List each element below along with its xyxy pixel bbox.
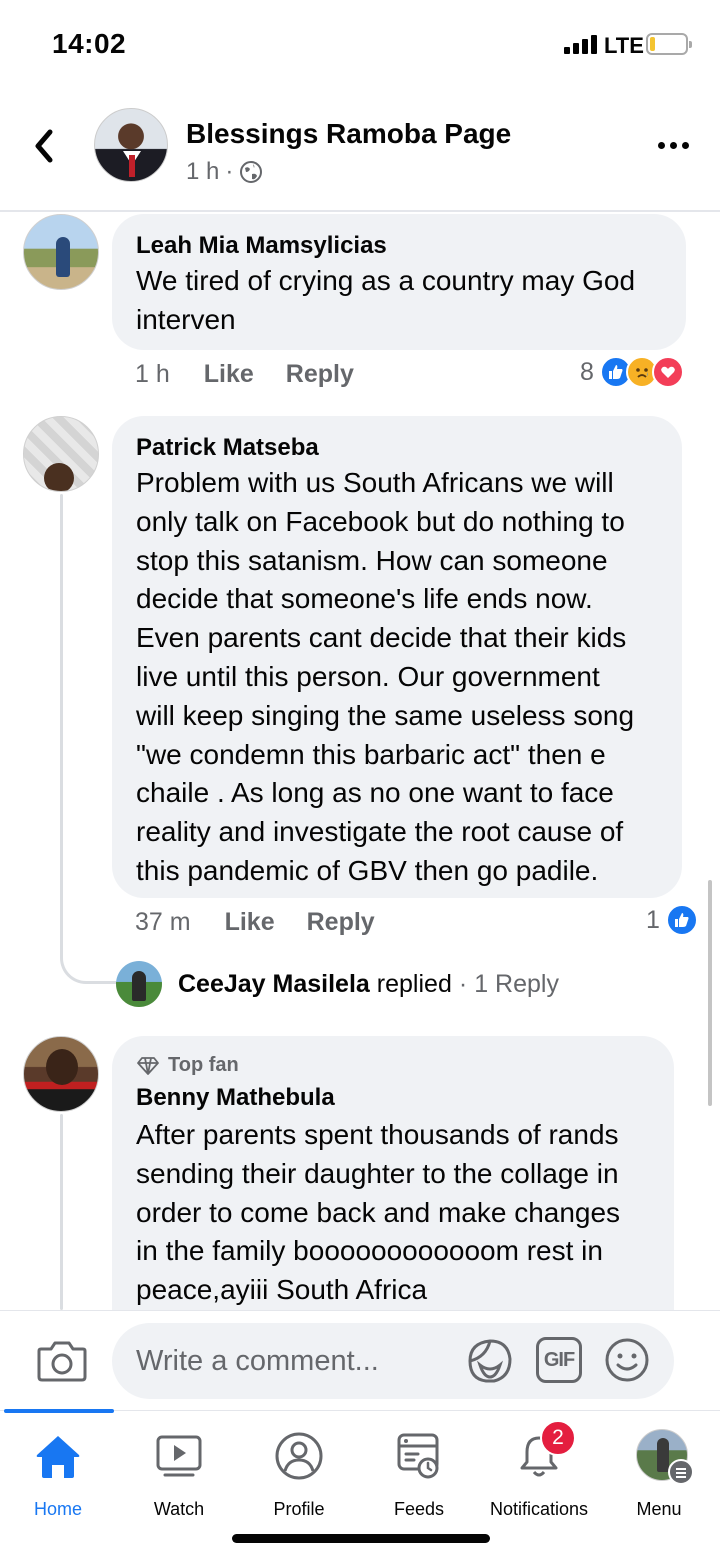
thumbs-up-icon: [665, 904, 698, 936]
page-title[interactable]: Blessings Ramoba Page: [186, 118, 511, 150]
thread-line: [60, 1114, 63, 1310]
reply-button[interactable]: Reply: [307, 908, 375, 937]
gif-button[interactable]: GIF: [536, 1337, 582, 1383]
comment-author[interactable]: Leah Mia Mamsylicias: [136, 232, 387, 260]
reaction-summary[interactable]: 8: [580, 356, 684, 388]
comment-author[interactable]: Benny Mathebula: [136, 1084, 335, 1112]
emoji-button[interactable]: [604, 1337, 650, 1383]
tab-profile[interactable]: Profile: [239, 1425, 359, 1519]
comment-composer: GIF: [0, 1310, 720, 1410]
thread-connector: [60, 940, 118, 984]
feeds-icon: [392, 1429, 446, 1483]
reply-avatar: [116, 961, 162, 1007]
home-icon: [31, 1429, 85, 1483]
menu-avatar: [624, 1429, 694, 1485]
tab-watch[interactable]: Watch: [119, 1425, 239, 1519]
heart-icon: [651, 356, 684, 388]
home-indicator[interactable]: [232, 1534, 490, 1543]
reply-author: CeeJay Masilela: [178, 969, 370, 998]
sticker-button[interactable]: [466, 1337, 514, 1385]
comment-actions: 37 m Like Reply: [135, 908, 375, 937]
comment-bubble: Leah Mia Mamsylicias We tired of crying …: [112, 214, 686, 350]
comment-text: Problem with us South Africans we will o…: [136, 467, 635, 886]
commenter-avatar[interactable]: [23, 1036, 99, 1112]
tab-label: Menu: [636, 1499, 682, 1519]
commenter-avatar[interactable]: [23, 214, 99, 290]
emoji-icon: [605, 1338, 649, 1382]
more-options-button[interactable]: [656, 136, 692, 156]
comment-actions: 1 h Like Reply: [135, 360, 354, 389]
post-time: 1 h: [186, 158, 220, 185]
reply-action: replied: [376, 969, 452, 998]
chevron-left-icon: [35, 129, 53, 163]
post-header: Blessings Ramoba Page 1 h ·: [0, 100, 720, 212]
reaction-count: 1: [646, 905, 660, 934]
meta-separator: ·: [225, 158, 234, 185]
tab-label: Notifications: [489, 1499, 589, 1519]
battery-icon: [646, 33, 692, 55]
comment-text: We tired of crying as a country may God …: [136, 265, 636, 335]
camera-icon: [37, 1341, 87, 1382]
notification-badge: 2: [540, 1420, 576, 1456]
tab-label: Watch: [153, 1499, 205, 1519]
top-fan-badge: Top fan: [136, 1054, 239, 1077]
comment-text: After parents spent thousands of rands s…: [136, 1119, 621, 1306]
comment-bubble: Top fan Benny Mathebula After parents sp…: [112, 1036, 674, 1310]
like-button[interactable]: Like: [225, 908, 275, 937]
signal-icon: [564, 34, 600, 54]
tab-notifications[interactable]: Notifications: [479, 1425, 599, 1519]
thread-line: [60, 494, 63, 942]
page-avatar[interactable]: [94, 108, 168, 182]
commenter-avatar[interactable]: [23, 416, 99, 492]
back-button[interactable]: [28, 124, 64, 168]
tab-label: Profile: [273, 1499, 325, 1519]
hamburger-icon: [668, 1459, 694, 1485]
sticker-icon: [468, 1339, 512, 1383]
post-meta: 1 h ·: [186, 158, 263, 186]
tab-label: Feeds: [393, 1499, 445, 1519]
comment-box: GIF: [112, 1323, 674, 1399]
watch-icon: [152, 1429, 206, 1483]
comment-time: 37 m: [135, 908, 191, 936]
tab-menu[interactable]: Menu: [599, 1425, 719, 1519]
top-fan-label: Top fan: [168, 1054, 239, 1076]
tab-label: Home: [33, 1499, 82, 1519]
reply-separator: ·: [458, 969, 468, 998]
comment-author[interactable]: Patrick Matseba: [136, 434, 319, 462]
diamond-icon: [137, 1056, 159, 1075]
comment-time: 1 h: [135, 360, 170, 388]
reply-preview[interactable]: CeeJay Masilela replied · 1 Reply: [116, 960, 559, 1008]
reaction-summary[interactable]: 1: [646, 904, 698, 936]
reply-button[interactable]: Reply: [286, 360, 354, 389]
network-label: LTE: [604, 33, 644, 58]
profile-icon: [272, 1429, 326, 1483]
status-time: 14:02: [52, 28, 127, 59]
tab-feeds[interactable]: Feeds: [359, 1425, 479, 1519]
comment-bubble: Patrick Matseba Problem with us South Af…: [112, 416, 682, 898]
comment-input[interactable]: [136, 1323, 466, 1399]
like-button[interactable]: Like: [204, 360, 254, 389]
scrollbar[interactable]: [708, 880, 712, 1106]
tab-bar: Home Watch Profile Feeds Notifications M…: [0, 1409, 720, 1520]
globe-icon: [240, 161, 263, 183]
camera-button[interactable]: [36, 1339, 88, 1383]
reaction-count: 8: [580, 357, 594, 386]
reply-count: 1 Reply: [474, 969, 559, 998]
active-tab-indicator: [4, 1409, 114, 1413]
status-bar: 14:02 LTE: [0, 0, 720, 90]
tab-home[interactable]: Home: [0, 1425, 118, 1519]
